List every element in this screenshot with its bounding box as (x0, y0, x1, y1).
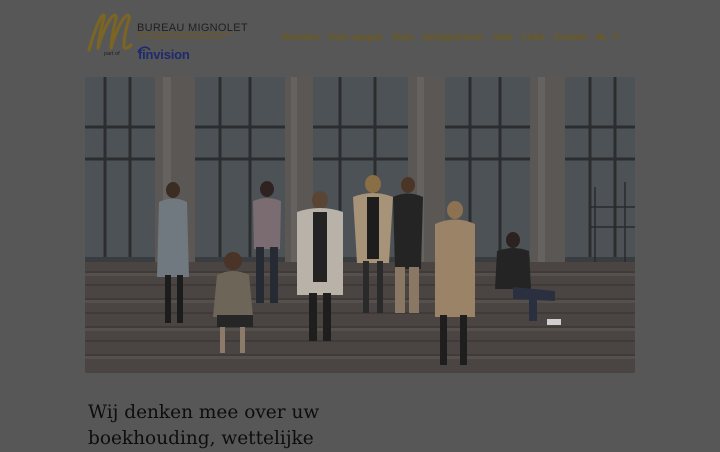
nav-item-links[interactable]: Links (522, 32, 545, 42)
brand-tagline: TAX ADVISORS AND ACCOUNTANTS (137, 35, 224, 40)
nav-item-team[interactable]: Team (391, 32, 413, 42)
finvision-logo[interactable]: finvision (137, 46, 197, 66)
nav-item-jobs[interactable]: Jobs (492, 32, 513, 42)
part-of-label: part of (104, 51, 120, 57)
finvision-wordmark: finvision (138, 47, 190, 62)
nav-item-diensten[interactable]: Diensten (282, 32, 319, 42)
headline-line-1: Wij denken mee over uw (88, 402, 320, 423)
brand-logo[interactable]: BUREAU MIGNOLET TAX ADVISORS AND ACCOUNT… (86, 8, 248, 68)
nav-item-onze-aanpak[interactable]: Onze aanpak (328, 32, 382, 42)
chevron-down-icon (613, 35, 620, 39)
nav-item-contact[interactable]: Contact (554, 32, 587, 42)
language-selector[interactable]: NL (596, 32, 620, 42)
team-photo-illustration (85, 77, 635, 373)
page: BUREAU MIGNOLET TAX ADVISORS AND ACCOUNT… (0, 0, 720, 450)
hero-team-photo (85, 77, 635, 373)
main-nav: Diensten Onze aanpak Team Getuigenissen … (282, 30, 628, 44)
headline-line-2: boekhouding, wettelijke (88, 428, 314, 449)
language-label: NL (595, 32, 608, 42)
brand-monogram-icon (87, 13, 133, 52)
nav-item-getuigenissen[interactable]: Getuigenissen (423, 32, 484, 42)
brand-divider (137, 33, 233, 34)
page-headline: Wij denken mee over uw boekhouding, wett… (88, 400, 418, 452)
